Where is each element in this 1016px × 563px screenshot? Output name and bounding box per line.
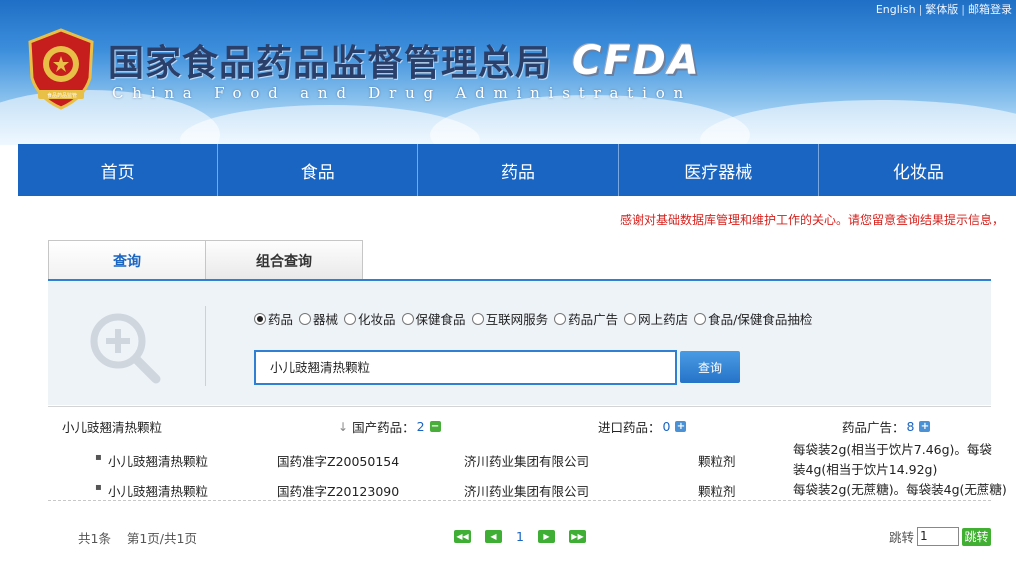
- radio-label: 器械: [313, 312, 339, 327]
- radio-drug-ads[interactable]: 药品广告: [554, 309, 618, 328]
- total-count: 共1条: [78, 531, 111, 546]
- table-row[interactable]: ▪ 小儿豉翘清热颗粒 国药准字Z20123090 济川药业集团有限公司 颗粒剂 …: [48, 480, 1007, 500]
- mail-login-link[interactable]: 邮箱登录: [968, 3, 1012, 16]
- jump-label: 跳转: [889, 530, 915, 545]
- company-name: 济川药业集团有限公司: [464, 454, 590, 469]
- nav-medical-devices[interactable]: 医疗器械: [619, 144, 819, 196]
- down-arrow-icon: ↓: [338, 419, 349, 434]
- emblem-caption: 食品药品监管: [46, 93, 77, 99]
- dosage-form: 颗粒剂: [698, 454, 736, 469]
- radio-label: 药品: [268, 312, 294, 327]
- site-title-english: China Food and Drug Administration: [112, 84, 692, 102]
- radio-internet-service[interactable]: 互联网服务: [471, 309, 549, 328]
- radio-dot: [694, 312, 707, 325]
- page-number[interactable]: 1: [516, 529, 524, 544]
- bullet-icon: ▪: [95, 452, 102, 463]
- collapse-icon[interactable]: −: [429, 421, 441, 432]
- radio-dot: [471, 312, 484, 325]
- radio-dot: [344, 312, 357, 325]
- notice-text: 感谢对基础数据库管理和维护工作的关心。请您留意查询结果提示信息，: [619, 213, 1004, 227]
- english-link[interactable]: English: [876, 3, 916, 16]
- approval-number: 国药准字Z20123090: [277, 484, 400, 499]
- radio-dot: [299, 312, 312, 325]
- radio-dot: [254, 312, 266, 325]
- drug-name[interactable]: 小儿豉翘清热颗粒: [108, 451, 208, 470]
- domestic-count: 2: [416, 419, 425, 434]
- page-position: 第1页/共1页: [126, 531, 197, 546]
- specification: 每袋装2g(相当于饮片7.46g)。每袋装4g(相当于饮片14.92g): [793, 442, 992, 477]
- jump-page-input[interactable]: 1: [917, 527, 960, 546]
- tab-combined-query[interactable]: 组合查询: [205, 240, 363, 280]
- last-page-icon[interactable]: ▶▶: [568, 530, 586, 543]
- result-summary: 小儿豉翘清热颗粒 ↓ 国产药品： 2 − 进口药品： 0 + 药品广告： 8 +: [48, 406, 991, 441]
- bullet-icon: ▪: [95, 482, 102, 493]
- site-title: 国家食品药品监督管理总局: [108, 42, 553, 84]
- search-button[interactable]: 查询: [680, 351, 740, 383]
- search-input[interactable]: 小儿豉翘清热颗粒: [254, 350, 677, 385]
- domestic-label: 国产药品：: [352, 420, 415, 435]
- import-count: 0: [662, 419, 671, 434]
- company-name: 济川药业集团有限公司: [464, 484, 590, 499]
- search-panel: 药品 器械 化妆品 保健食品 互联网服务 药品广告 网上药店 食品/保健食品抽检…: [48, 279, 991, 405]
- category-radios: 药品 器械 化妆品 保健食品 互联网服务 药品广告 网上药店 食品/保健食品抽检: [254, 309, 818, 328]
- radio-dot: [401, 312, 414, 325]
- nav-drugs[interactable]: 药品: [418, 144, 619, 196]
- cfda-logo: CFDA: [572, 38, 701, 84]
- search-tabs: 查询 组合查询: [48, 240, 363, 287]
- table-row[interactable]: ▪ 小儿豉翘清热颗粒 国药准字Z20050154 济川药业集团有限公司 颗粒剂 …: [48, 440, 992, 480]
- ads-label: 药品广告：: [842, 420, 905, 435]
- radio-label: 药品广告: [568, 312, 619, 327]
- row-divider: [48, 500, 991, 501]
- domestic-drugs-count[interactable]: ↓ 国产药品： 2 −: [338, 417, 441, 436]
- main-nav: 首页 食品 药品 医疗器械 化妆品: [18, 144, 1016, 196]
- pagination: ◀◀ ◀ 1 ▶ ▶▶: [454, 529, 586, 544]
- tab-query[interactable]: 查询: [48, 240, 206, 287]
- radio-label: 互联网服务: [485, 312, 549, 327]
- cloud-decoration: [700, 100, 1016, 145]
- radio-label: 食品/保健食品抽检: [708, 312, 813, 327]
- summary-query: 小儿豉翘清热颗粒: [62, 420, 163, 435]
- radio-cosmetics[interactable]: 化妆品: [344, 309, 396, 328]
- radio-food-inspection[interactable]: 食品/保健食品抽检: [694, 309, 812, 328]
- radio-label: 保健食品: [415, 312, 466, 327]
- expand-icon[interactable]: +: [919, 421, 931, 432]
- prev-page-icon[interactable]: ◀: [485, 530, 502, 543]
- nav-home[interactable]: 首页: [18, 144, 219, 196]
- divider: [205, 306, 206, 386]
- radio-online-pharmacy[interactable]: 网上药店: [624, 309, 688, 328]
- import-label: 进口药品：: [598, 420, 661, 435]
- imported-drugs-count[interactable]: 进口药品： 0 +: [598, 417, 687, 436]
- ads-count: 8: [906, 419, 915, 434]
- specification: 每袋装2g(无蔗糖)。每袋装4g(无蔗糖): [793, 482, 1007, 497]
- next-page-icon[interactable]: ▶: [537, 530, 555, 543]
- nav-food[interactable]: 食品: [218, 144, 419, 196]
- site-header: English | 繁体版 | 邮箱登录 食品药品监管 国家食品药品监督管理总局 Chi…: [0, 0, 1016, 145]
- drug-name[interactable]: 小儿豉翘清热颗粒: [108, 481, 208, 500]
- nav-cosmetics[interactable]: 化妆品: [819, 144, 1016, 196]
- jump-button[interactable]: 跳转: [962, 527, 992, 546]
- traditional-chinese-link[interactable]: 繁体版: [925, 3, 958, 16]
- radio-dot: [554, 312, 567, 325]
- drug-ads-count[interactable]: 药品广告： 8 +: [842, 417, 931, 436]
- radio-health-food[interactable]: 保健食品: [401, 309, 466, 328]
- top-links: English | 繁体版 | 邮箱登录: [875, 3, 1012, 16]
- page-info: 共1条 第1页/共1页: [78, 528, 197, 547]
- radio-dot: [624, 312, 637, 325]
- approval-number: 国药准字Z20050154: [277, 454, 400, 469]
- dosage-form: 颗粒剂: [698, 484, 736, 499]
- radio-label: 网上药店: [638, 312, 689, 327]
- first-page-icon[interactable]: ◀◀: [454, 530, 471, 543]
- radio-drugs[interactable]: 药品: [254, 309, 293, 328]
- page-jump: 跳转 1 跳转: [889, 527, 992, 546]
- magnifier-icon: [90, 313, 161, 384]
- expand-icon[interactable]: +: [675, 421, 687, 432]
- radio-label: 化妆品: [358, 312, 396, 327]
- radio-devices[interactable]: 器械: [299, 309, 338, 328]
